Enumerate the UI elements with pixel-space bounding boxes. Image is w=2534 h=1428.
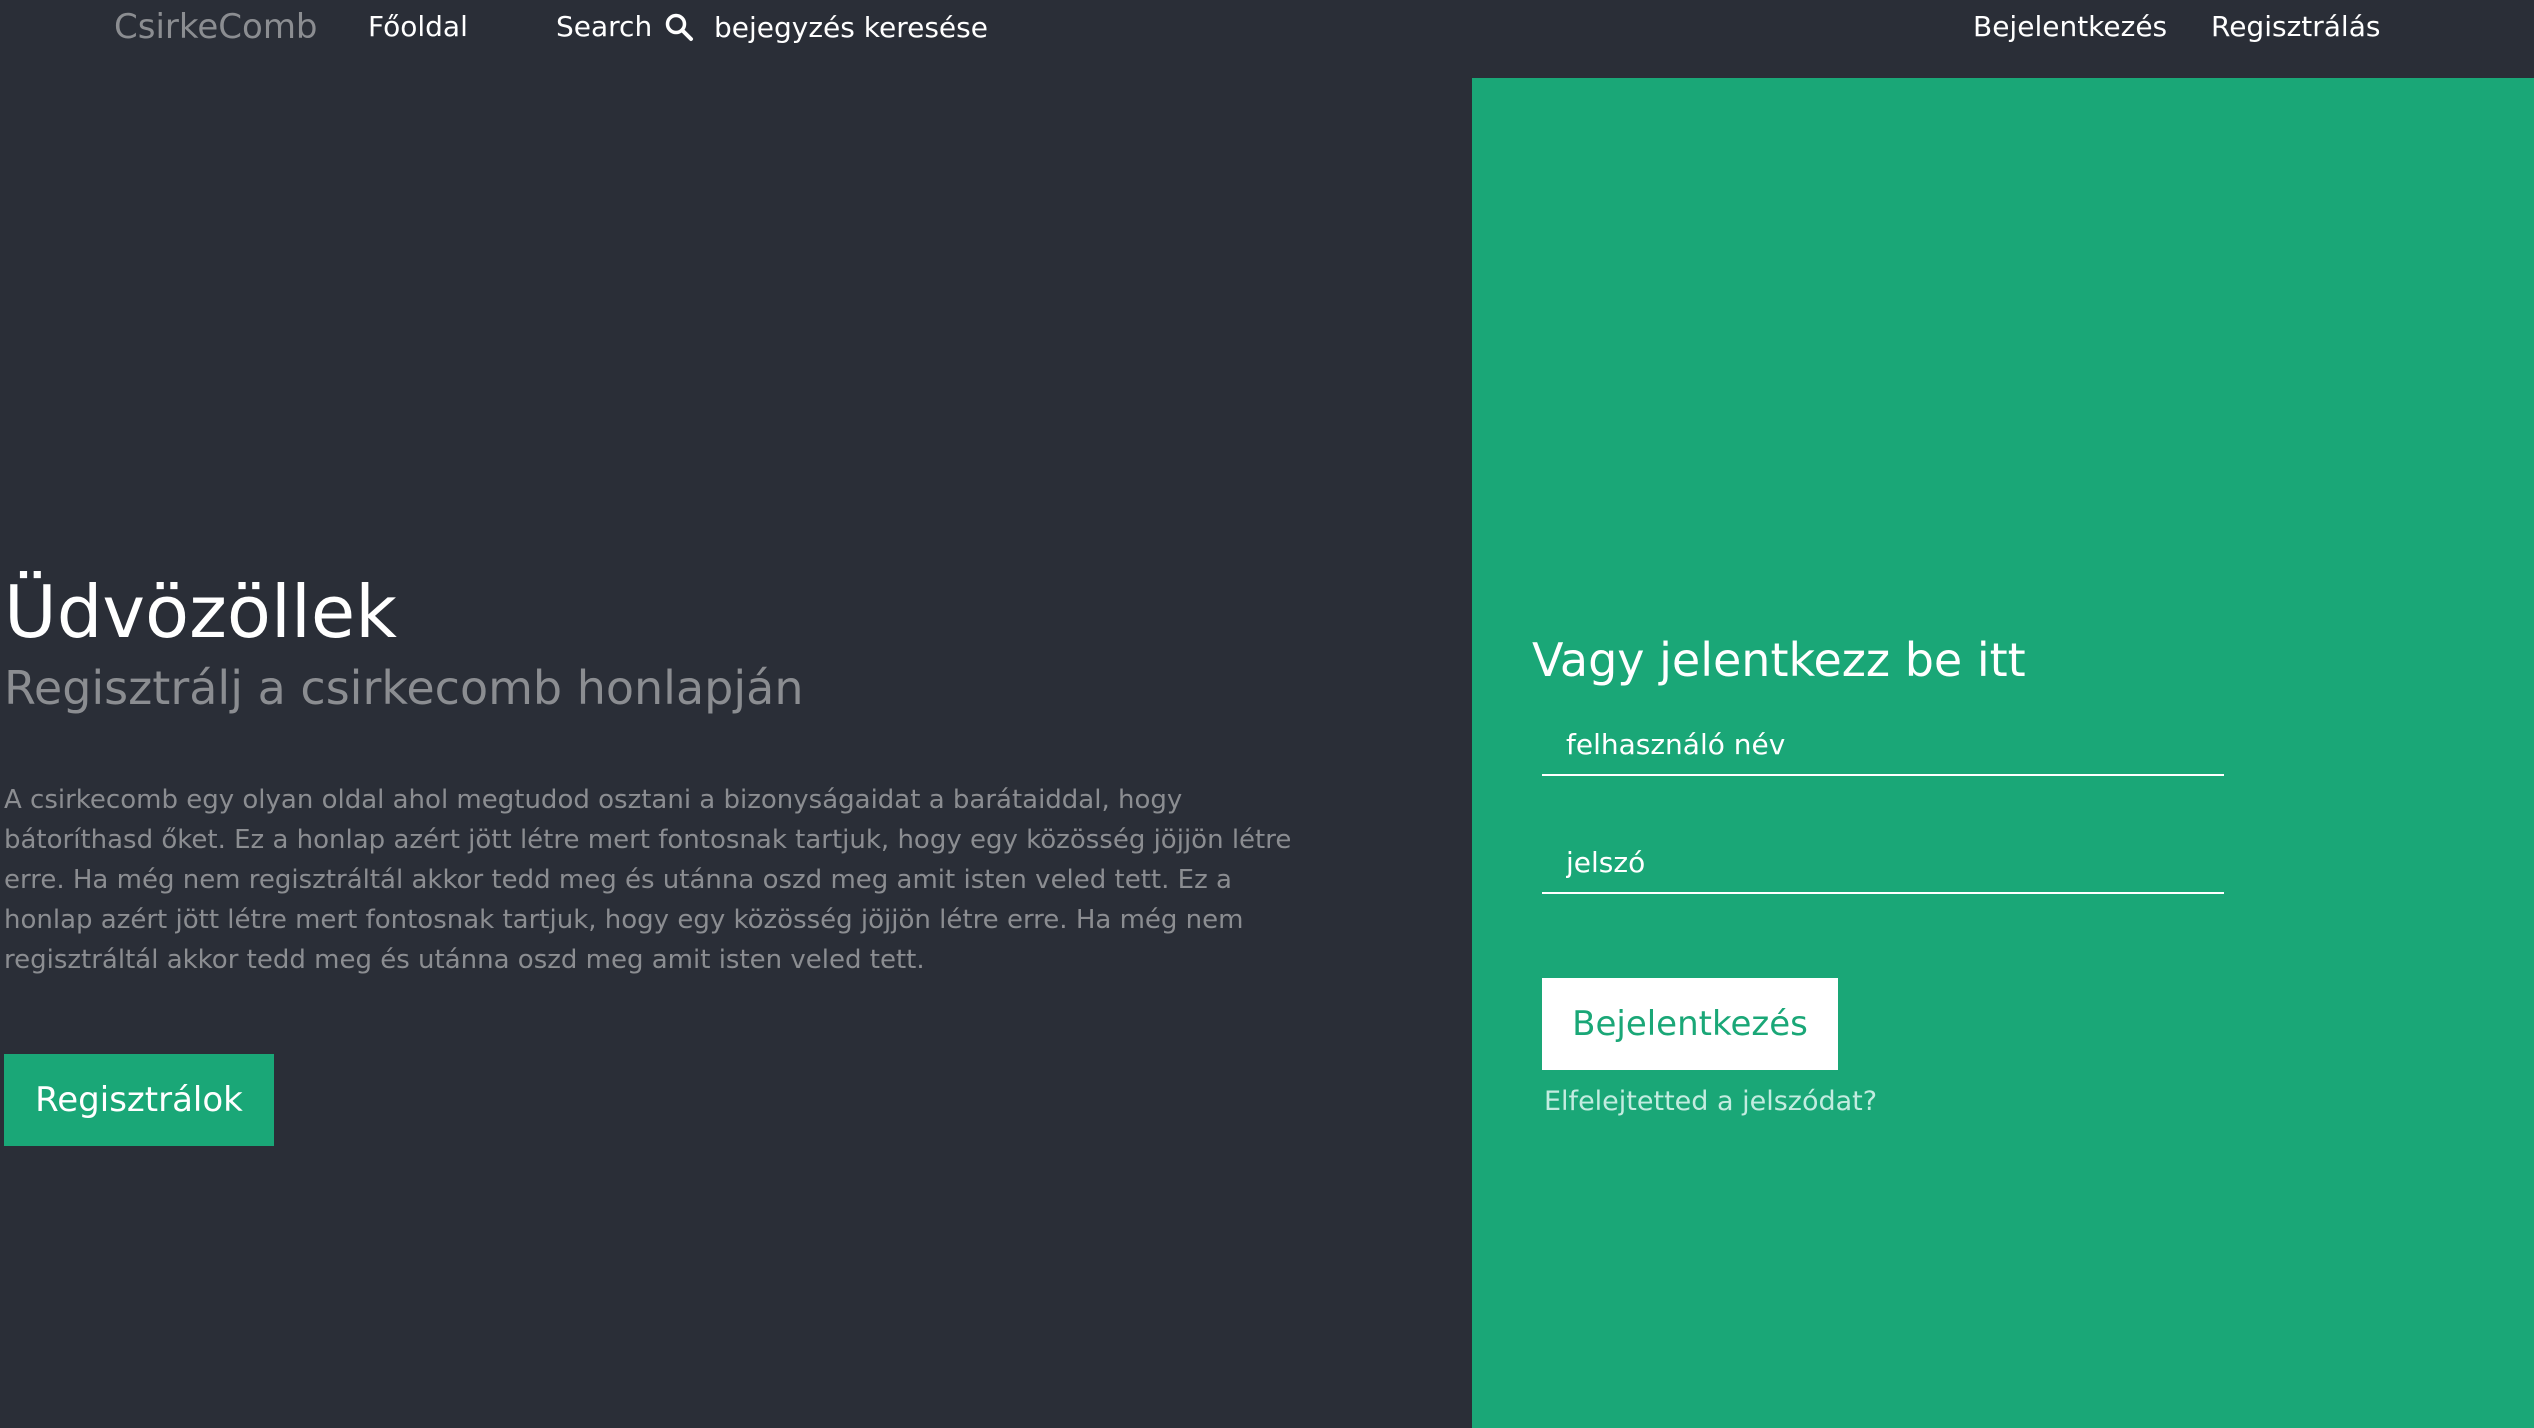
page: CsirkeComb Főoldal Search Bejelentkezés …	[0, 0, 2534, 1428]
hero-section: Üdvözöllek Regisztrálj a csirkecomb honl…	[0, 78, 1472, 1428]
login-button[interactable]: Bejelentkezés	[1542, 978, 1838, 1070]
top-navbar: CsirkeComb Főoldal Search Bejelentkezés …	[0, 0, 2534, 78]
login-heading: Vagy jelentkezz be itt	[1532, 633, 2026, 687]
password-field[interactable]	[1542, 832, 2224, 894]
hero-subtitle: Regisztrálj a csirkecomb honlapján	[4, 661, 804, 715]
nav-login-link[interactable]: Bejelentkezés	[1973, 4, 2167, 50]
nav-register-link[interactable]: Regisztrálás	[2211, 4, 2380, 50]
username-field[interactable]	[1542, 714, 2224, 776]
nav-home-link[interactable]: Főoldal	[368, 4, 468, 50]
search-icon[interactable]	[664, 12, 694, 42]
hero-title: Üdvözöllek	[4, 570, 397, 654]
forgot-password-link[interactable]: Elfelejtetted a jelszódat?	[1544, 1082, 1877, 1122]
register-button[interactable]: Regisztrálok	[4, 1054, 274, 1146]
search-label: Search	[556, 10, 653, 43]
login-panel: Vagy jelentkezz be itt Bejelentkezés Elf…	[1472, 78, 2534, 1428]
hero-description: A csirkecomb egy olyan oldal ahol megtud…	[4, 785, 1292, 975]
brand-logo-link[interactable]: CsirkeComb	[114, 4, 318, 50]
search-input[interactable]	[714, 4, 1134, 50]
